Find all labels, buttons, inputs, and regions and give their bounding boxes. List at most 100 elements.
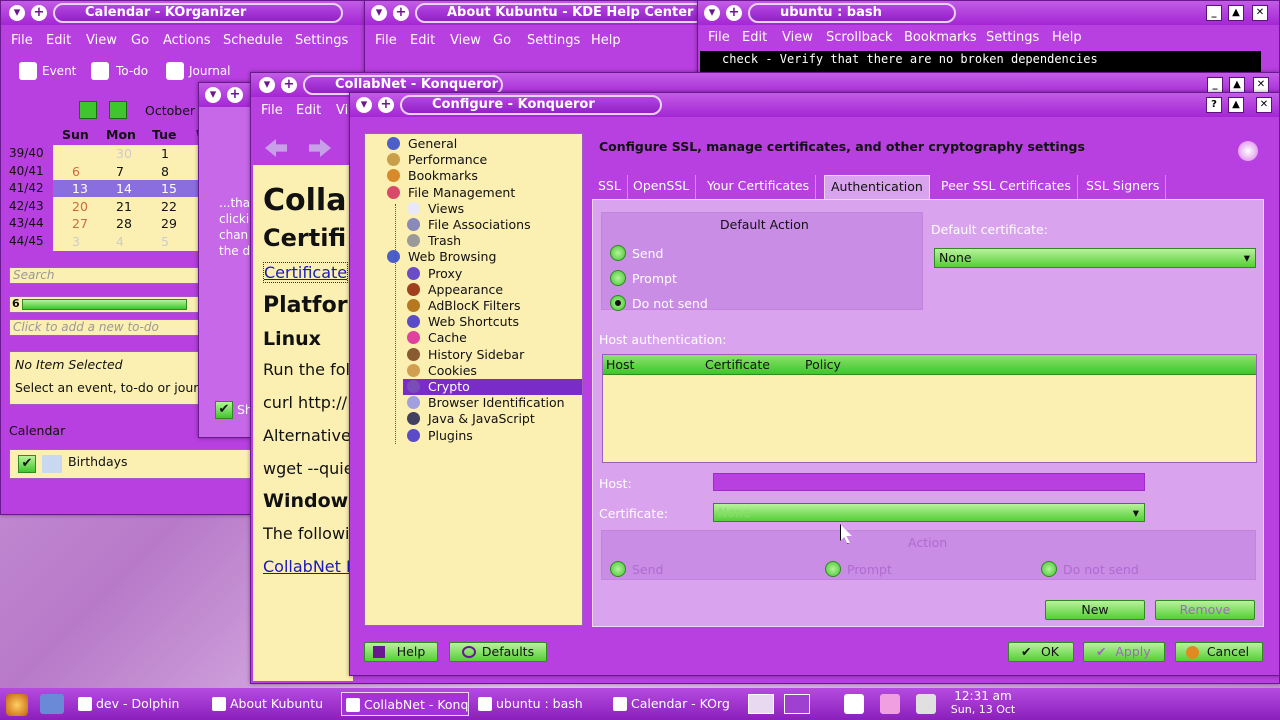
day-cell[interactable]: 29	[161, 216, 177, 231]
help-button[interactable]: ?	[1206, 97, 1222, 113]
default-certificate-select[interactable]: None ▾	[934, 248, 1256, 268]
minimize-button[interactable]: _	[1206, 5, 1222, 21]
back-icon[interactable]	[265, 139, 287, 157]
day-cell[interactable]: 22	[161, 199, 177, 214]
day-cell[interactable]: 3	[72, 234, 80, 249]
menu-bookmarks[interactable]: Bookmarks	[904, 30, 977, 45]
close-button[interactable]: ✕	[1252, 5, 1268, 21]
menu-help[interactable]: Help	[1052, 30, 1082, 45]
new-todo-button[interactable]: To-do	[116, 64, 148, 78]
clipboard-icon[interactable]	[844, 694, 864, 714]
tree-item[interactable]: Java & JavaScript	[365, 411, 582, 427]
menu-go[interactable]: Go	[131, 33, 149, 48]
desktop-pager-icon[interactable]	[748, 694, 774, 714]
day-cell[interactable]: 8	[161, 164, 169, 179]
help-center-titlebar[interactable]: ▾ + About Kubuntu - KDE Help Center	[365, 1, 705, 25]
cancel-button[interactable]: Cancel	[1175, 642, 1263, 662]
tab-your-certificates[interactable]: Your Certificates	[701, 175, 817, 199]
menu-go[interactable]: Go	[493, 33, 511, 48]
tree-item[interactable]: Crypto	[403, 379, 582, 395]
tree-item[interactable]: File Associations	[365, 217, 582, 233]
taskbar-task[interactable]: CollabNet - Konq	[341, 692, 469, 716]
prev-month-icon[interactable]	[109, 101, 127, 119]
day-cell[interactable]: 20	[72, 199, 88, 214]
keep-above-button[interactable]: +	[227, 87, 243, 103]
forward-icon[interactable]	[309, 139, 331, 157]
tab-openssl[interactable]: OpenSSL	[627, 175, 697, 199]
day-cell[interactable]: 7	[116, 164, 124, 179]
maximize-button[interactable]: ▲	[1228, 5, 1244, 21]
bash-titlebar[interactable]: ▾ + ubuntu : bash _ ▲ ✕	[698, 1, 1279, 25]
tree-item[interactable]: Trash	[365, 233, 582, 249]
action-do-not-send-radio[interactable]	[1041, 561, 1057, 577]
new-journal-icon[interactable]	[166, 62, 184, 80]
menu-view[interactable]: View	[86, 33, 117, 48]
menu-actions[interactable]: Actions	[163, 33, 211, 48]
keep-above-button[interactable]: +	[726, 5, 742, 21]
prev-year-icon[interactable]	[79, 101, 97, 119]
tab-authentication[interactable]: Authentication	[824, 175, 930, 199]
menu-edit[interactable]: Edit	[742, 30, 767, 45]
action-send-radio[interactable]	[610, 561, 626, 577]
minimize-button[interactable]: _	[1207, 77, 1223, 93]
window-menu-button[interactable]: ▾	[9, 5, 25, 21]
taskbar-task[interactable]: dev - Dolphin	[74, 692, 202, 716]
todo-input[interactable]: Click to add a new to-do	[9, 319, 201, 336]
dialog-checkbox[interactable]: ✔	[215, 401, 233, 419]
keep-above-button[interactable]: +	[393, 5, 409, 21]
tab-peer-ssl-certificates[interactable]: Peer SSL Certificates	[935, 175, 1078, 199]
day-cell[interactable]: 21	[116, 199, 132, 214]
keep-above-button[interactable]: +	[378, 97, 394, 113]
day-cell[interactable]: 13	[72, 181, 88, 196]
week-number[interactable]: 43/44	[9, 216, 44, 230]
menu-settings[interactable]: Settings	[295, 33, 348, 48]
ok-button[interactable]: ✔ OK	[1008, 642, 1074, 662]
taskbar-task[interactable]: ubuntu : bash	[474, 692, 604, 716]
menu-edit[interactable]: Edit	[46, 33, 71, 48]
tree-item[interactable]: Bookmarks	[365, 168, 582, 184]
new-todo-icon[interactable]	[91, 62, 109, 80]
tree-item[interactable]: File Management	[365, 185, 582, 201]
menu-view[interactable]: Vi	[336, 103, 348, 118]
remove-button[interactable]: Remove	[1155, 600, 1255, 620]
window-menu-button[interactable]: ▾	[205, 87, 221, 103]
host-field[interactable]	[713, 473, 1145, 491]
day-cell[interactable]: 27	[72, 216, 88, 231]
search-input[interactable]: Search	[9, 267, 201, 284]
tree-item[interactable]: Appearance	[365, 282, 582, 298]
keep-above-button[interactable]: +	[31, 5, 47, 21]
menu-file[interactable]: File	[11, 33, 33, 48]
menu-edit[interactable]: Edit	[410, 33, 435, 48]
taskbar-task[interactable]: Calendar - KOrg	[609, 692, 737, 716]
korganizer-titlebar[interactable]: ▾ + Calendar - KOrganizer	[1, 1, 369, 25]
day-cell[interactable]: 15	[161, 181, 177, 196]
tree-item[interactable]: General	[365, 136, 582, 152]
keep-above-button[interactable]: +	[281, 77, 297, 93]
taskbar-task[interactable]: About Kubuntu	[208, 692, 336, 716]
certificate-link[interactable]: Certificate	[263, 262, 349, 283]
menu-view[interactable]: View	[450, 33, 481, 48]
send-radio[interactable]	[610, 245, 626, 261]
action-prompt-radio[interactable]	[825, 561, 841, 577]
menu-settings[interactable]: Settings	[986, 30, 1039, 45]
birthdays-checkbox[interactable]: ✔	[18, 455, 36, 473]
column-policy[interactable]: Policy	[805, 357, 841, 372]
small-dialog-titlebar[interactable]: ▾ +	[199, 83, 255, 107]
desktop-pager-icon[interactable]	[784, 694, 810, 714]
tab-ssl-signers[interactable]: SSL Signers	[1080, 175, 1167, 199]
tree-item[interactable]: Cache	[365, 330, 582, 346]
day-cell[interactable]: 4	[116, 234, 124, 249]
new-event-button[interactable]: Event	[42, 64, 76, 78]
tree-item[interactable]: Cookies	[365, 363, 582, 379]
tree-item[interactable]: Browser Identification	[365, 395, 582, 411]
tree-item[interactable]: Proxy	[365, 266, 582, 282]
month-label[interactable]: October	[145, 103, 195, 118]
close-button[interactable]: ✕	[1256, 97, 1272, 113]
configure-titlebar[interactable]: ▾ + Configure - Konqueror ? ▲ ✕	[350, 93, 1279, 117]
day-cell[interactable]: 5	[161, 234, 169, 249]
column-host[interactable]: Host	[606, 357, 634, 372]
apply-button[interactable]: ✔ Apply	[1083, 642, 1165, 662]
week-number[interactable]: 44/45	[9, 234, 44, 248]
help-dialog-button[interactable]: Help	[364, 642, 438, 662]
menu-schedule[interactable]: Schedule	[223, 33, 283, 48]
